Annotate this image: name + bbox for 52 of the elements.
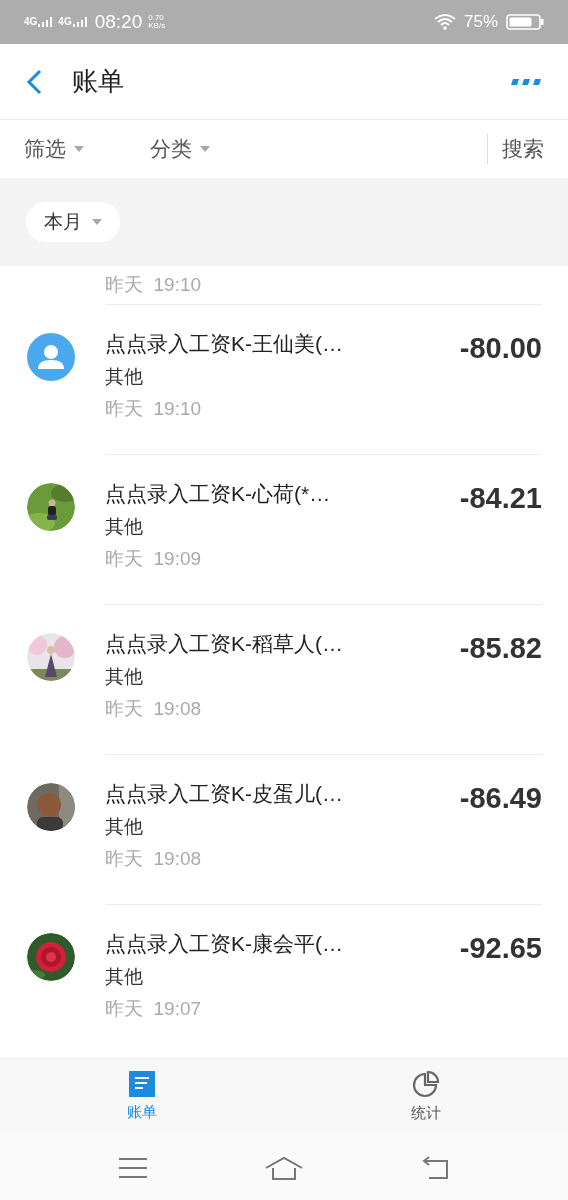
user-avatar-icon — [27, 333, 75, 381]
speed-unit: KB/s — [148, 22, 166, 30]
amount-text: -80.00 — [459, 331, 542, 366]
network-label: 4G — [24, 17, 38, 27]
period-dropdown[interactable]: 本月 — [26, 202, 120, 242]
filter-dropdown[interactable]: 筛选 — [24, 133, 150, 165]
transaction-title: 点点录入工资K-心荷(*… — [105, 481, 332, 507]
list-icon — [129, 1070, 155, 1097]
menu-icon — [119, 1156, 147, 1179]
pie-chart-icon — [412, 1069, 440, 1098]
battery-percent: 75% — [463, 11, 498, 34]
caret-icon — [92, 219, 102, 225]
wifi-icon — [433, 14, 456, 30]
more-icon — [510, 78, 542, 85]
home-icon — [265, 1155, 303, 1180]
return-icon — [421, 1155, 449, 1180]
signal-icon — [38, 17, 53, 27]
back-icon — [26, 68, 42, 95]
caret-icon — [200, 146, 210, 152]
category-text: 其他 — [105, 665, 144, 689]
transaction-title: 点点录入工资K-王仙美(… — [105, 331, 344, 357]
menu-button[interactable] — [119, 1156, 147, 1179]
battery-icon — [506, 14, 544, 30]
speed-value: 0.70 — [148, 14, 165, 22]
tab-bar-item[interactable]: 账单 — [0, 1059, 284, 1135]
time-text: 昨天 19:10 — [105, 397, 203, 421]
transaction-title: 点点录入工资K-稻草人(… — [105, 631, 344, 657]
tab-bar-item[interactable]: 统计 — [284, 1059, 568, 1135]
time-text: 昨天 19:09 — [105, 547, 203, 571]
amount-text: -85.82 — [459, 631, 542, 666]
amount-text: -84.21 — [459, 481, 542, 516]
filter-dropdown[interactable]: 分类 — [150, 133, 276, 165]
time-text: 昨天 19:07 — [105, 997, 203, 1021]
home-button[interactable] — [265, 1155, 303, 1180]
category-text: 其他 — [105, 365, 144, 389]
transaction-title: 点点录入工资K-康会平(… — [105, 931, 344, 957]
category-text: 其他 — [105, 515, 144, 539]
caret-icon — [74, 146, 84, 152]
time-text: 昨天 19:10 — [105, 272, 202, 297]
category-text: 其他 — [105, 815, 144, 839]
category-text: 其他 — [105, 965, 144, 989]
transaction-title: 点点录入工资K-皮蛋儿(… — [105, 781, 344, 807]
signal-icon — [72, 17, 87, 27]
search-button[interactable]: 搜索 — [502, 133, 544, 165]
page-title: 账单 — [72, 65, 124, 98]
amount-text: -92.65 — [459, 931, 542, 966]
amount-text: -86.49 — [459, 781, 542, 816]
network-label: 4G — [58, 17, 72, 27]
time-text: 昨天 19:08 — [105, 697, 203, 721]
clock: 08:20 — [94, 9, 143, 34]
time-text: 昨天 19:08 — [105, 847, 203, 871]
back-nav-button[interactable] — [421, 1155, 449, 1180]
